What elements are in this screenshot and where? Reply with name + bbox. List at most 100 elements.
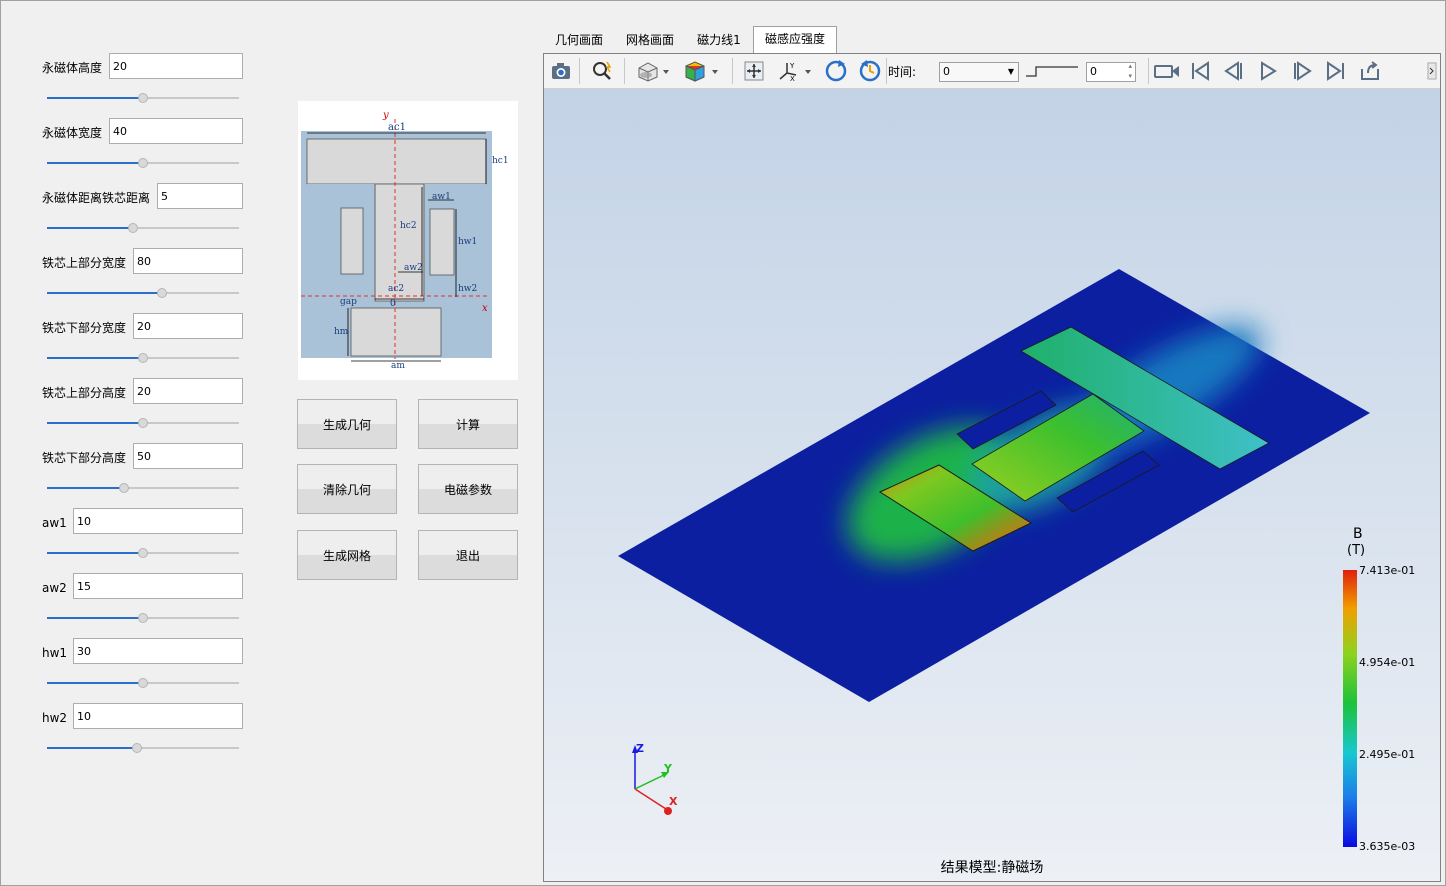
param-slider[interactable] [47,223,239,233]
param-input[interactable] [73,703,243,729]
param-label: 铁芯上部分宽度 [42,256,127,270]
clear-geometry-button[interactable]: 清除几何 [297,464,397,514]
viewer-toolbar: YX 时间: 0 ▼ 0 ▴ ▾ [544,54,1440,89]
color-cube-icon[interactable] [684,59,724,83]
em-params-button[interactable]: 电磁参数 [418,464,518,514]
diagram-label-aw1: aw1 [432,192,451,202]
core-top [306,138,487,185]
param-input[interactable] [133,313,243,339]
legend-unit: (T) [1347,543,1365,558]
skip-last-icon[interactable] [1324,59,1348,83]
step-forward-icon[interactable] [1290,59,1314,83]
slider-handle[interactable] [132,743,142,753]
diagram-label-am: am [391,361,405,371]
param-input[interactable] [133,248,243,274]
svg-text:X: X [790,75,795,82]
slider-handle[interactable] [138,353,148,363]
view-cube-icon[interactable] [636,59,672,83]
param-slider[interactable] [47,483,239,493]
param-input[interactable] [133,378,243,404]
slider-handle[interactable] [138,418,148,428]
fit-view-icon[interactable] [742,59,766,83]
param-input[interactable] [73,573,243,599]
param-input[interactable] [73,508,243,534]
param-label: 铁芯下部分高度 [42,451,127,465]
param-label: 永磁体高度 [42,61,103,75]
slider-handle[interactable] [138,613,148,623]
zoom-icon[interactable] [591,59,615,83]
camera-icon[interactable] [549,59,573,83]
slider-handle[interactable] [157,288,167,298]
param-slider[interactable] [47,678,239,688]
legend-tick-mid: 2.495e-01 [1359,748,1416,761]
axis-label-y: Y [663,762,673,775]
legend-tick-high: 4.954e-01 [1359,656,1416,669]
param-slider[interactable] [47,418,239,428]
slider-handle[interactable] [119,483,129,493]
toolbar-overflow-icon[interactable] [1427,62,1437,80]
slider-fill [47,682,143,684]
generate-geometry-button[interactable]: 生成几何 [297,399,397,449]
diagram-label-hc2: hc2 [400,221,417,231]
legend-tick-max: 7.413e-01 [1359,564,1416,577]
slider-handle[interactable] [138,93,148,103]
param-label: hw2 [42,711,68,725]
video-icon[interactable] [1152,59,1182,83]
diagram-label-hm: hm [334,327,349,337]
svg-text:Y: Y [789,62,795,70]
time-select[interactable]: 0 ▼ [939,62,1019,82]
color-legend: B (T) [1347,526,1365,558]
export-icon[interactable] [1358,59,1382,83]
param-input[interactable] [109,53,243,79]
diagram-label-hc1: hc1 [492,156,509,166]
param-input[interactable] [73,638,243,664]
slider-fill [47,422,143,424]
tab-flux-lines[interactable]: 磁力线1 [690,28,748,53]
axes-icon[interactable]: YX [777,59,817,83]
exit-button[interactable]: 退出 [418,530,518,580]
param-input[interactable] [133,443,243,469]
tab-flux-density[interactable]: 磁感应强度 [753,26,837,54]
tab-mesh[interactable]: 网格画面 [619,28,681,53]
param-slider[interactable] [47,613,239,623]
param-slider[interactable] [47,743,239,753]
diagram-label-hw2: hw2 [458,284,477,294]
param-slider[interactable] [47,548,239,558]
result-viewer: YX 时间: 0 ▼ 0 ▴ ▾ Z Y X B (T) 7.413e-01 4… [543,53,1441,882]
slider-fill [47,357,143,359]
slider-fill [47,97,143,99]
rotate-cw-icon[interactable] [824,59,848,83]
param-label: 铁芯上部分高度 [42,386,127,400]
generate-mesh-button[interactable]: 生成网格 [297,530,397,580]
slider-handle[interactable] [138,678,148,688]
step-spinbox[interactable]: 0 ▴ ▾ [1086,62,1136,82]
slider-fill [47,227,133,229]
slider-handle[interactable] [138,158,148,168]
coil-right [429,208,455,276]
param-label: aw2 [42,581,67,595]
param-input[interactable] [109,118,243,144]
param-slider[interactable] [47,353,239,363]
rotate-ccw-icon[interactable] [858,59,882,83]
play-icon[interactable] [1256,59,1280,83]
step-back-icon[interactable] [1222,59,1246,83]
3d-scene[interactable]: Z Y X B (T) 7.413e-01 4.954e-01 2.495e-0… [544,89,1440,881]
geometry-diagram: y x ac1 hc1 aw1 hc2 hw1 aw2 ac2 hw2 gap … [298,101,518,380]
skip-first-icon[interactable] [1188,59,1212,83]
param-slider[interactable] [47,288,239,298]
diagram-label-origin: 0 [390,299,396,309]
chevron-down-icon: ▼ [1007,67,1014,76]
param-input[interactable] [157,183,243,209]
diagram-label-x: x [482,303,488,314]
slider-handle[interactable] [138,548,148,558]
slider-handle[interactable] [128,223,138,233]
slider-fill [47,617,143,619]
tab-geometry[interactable]: 几何画面 [548,28,610,53]
step-spinbox-value: 0 [1090,65,1097,78]
param-label: aw1 [42,516,67,530]
time-label: 时间: [888,65,917,79]
param-slider[interactable] [47,158,239,168]
param-slider[interactable] [47,93,239,103]
diagram-label-y: y [382,110,389,121]
compute-button[interactable]: 计算 [418,399,518,449]
